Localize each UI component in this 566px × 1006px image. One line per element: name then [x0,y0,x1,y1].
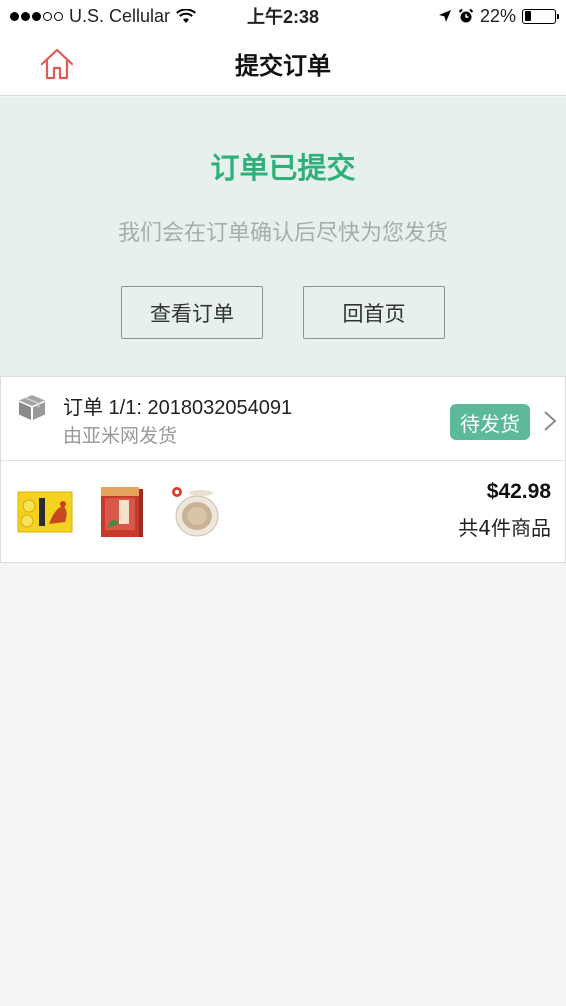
order-success-panel: 订单已提交 我们会在订单确认后尽快为您发货 查看订单 回首页 [0,97,566,376]
order-shipper: 由亚米网发货 [63,425,178,447]
view-order-button[interactable]: 查看订单 [121,286,263,339]
order-number: 订单 1/1: 2018032054091 [63,397,293,419]
alarm-clock-icon [458,8,474,23]
package-box-icon [19,395,45,420]
signal-icon [10,11,63,21]
battery-icon [522,8,559,24]
battery-percent: 22% [479,5,516,26]
success-message: 我们会在订单确认后尽快为您发货 [117,221,448,246]
location-arrow-icon [438,10,451,22]
carrier-label: U.S. Cellular [69,5,171,26]
order-card[interactable]: 订单 1/1: 2018032054091 由亚米网发货 待发货 $42.98 … [0,376,566,563]
product-snack-box-image [17,491,73,533]
status-right: 22% [438,5,559,27]
status-bar: U.S. Cellular 上午2:38 22% [0,0,566,32]
back-home-button[interactable]: 回首页 [303,286,445,339]
order-total-price: $42.98 [486,480,551,503]
product-tea-box-image [101,487,143,537]
chevron-right-icon[interactable] [543,410,557,432]
status-badge: 待发货 [450,404,530,440]
wifi-icon [176,8,196,23]
home-button[interactable] [38,46,76,82]
battery-fill [524,11,531,21]
status-left: U.S. Cellular [10,6,196,27]
home-icon [40,48,74,80]
order-header[interactable]: 订单 1/1: 2018032054091 由亚米网发货 待发货 [1,377,566,461]
product-cushion-compact-image [172,487,219,537]
order-items[interactable]: $42.98 共4件商品 [1,462,566,562]
order-item-count: 共4件商品 [458,516,551,540]
success-title: 订单已提交 [210,151,356,185]
page-title: 提交订单 [235,52,331,80]
nav-bar: 提交订单 [0,32,566,96]
